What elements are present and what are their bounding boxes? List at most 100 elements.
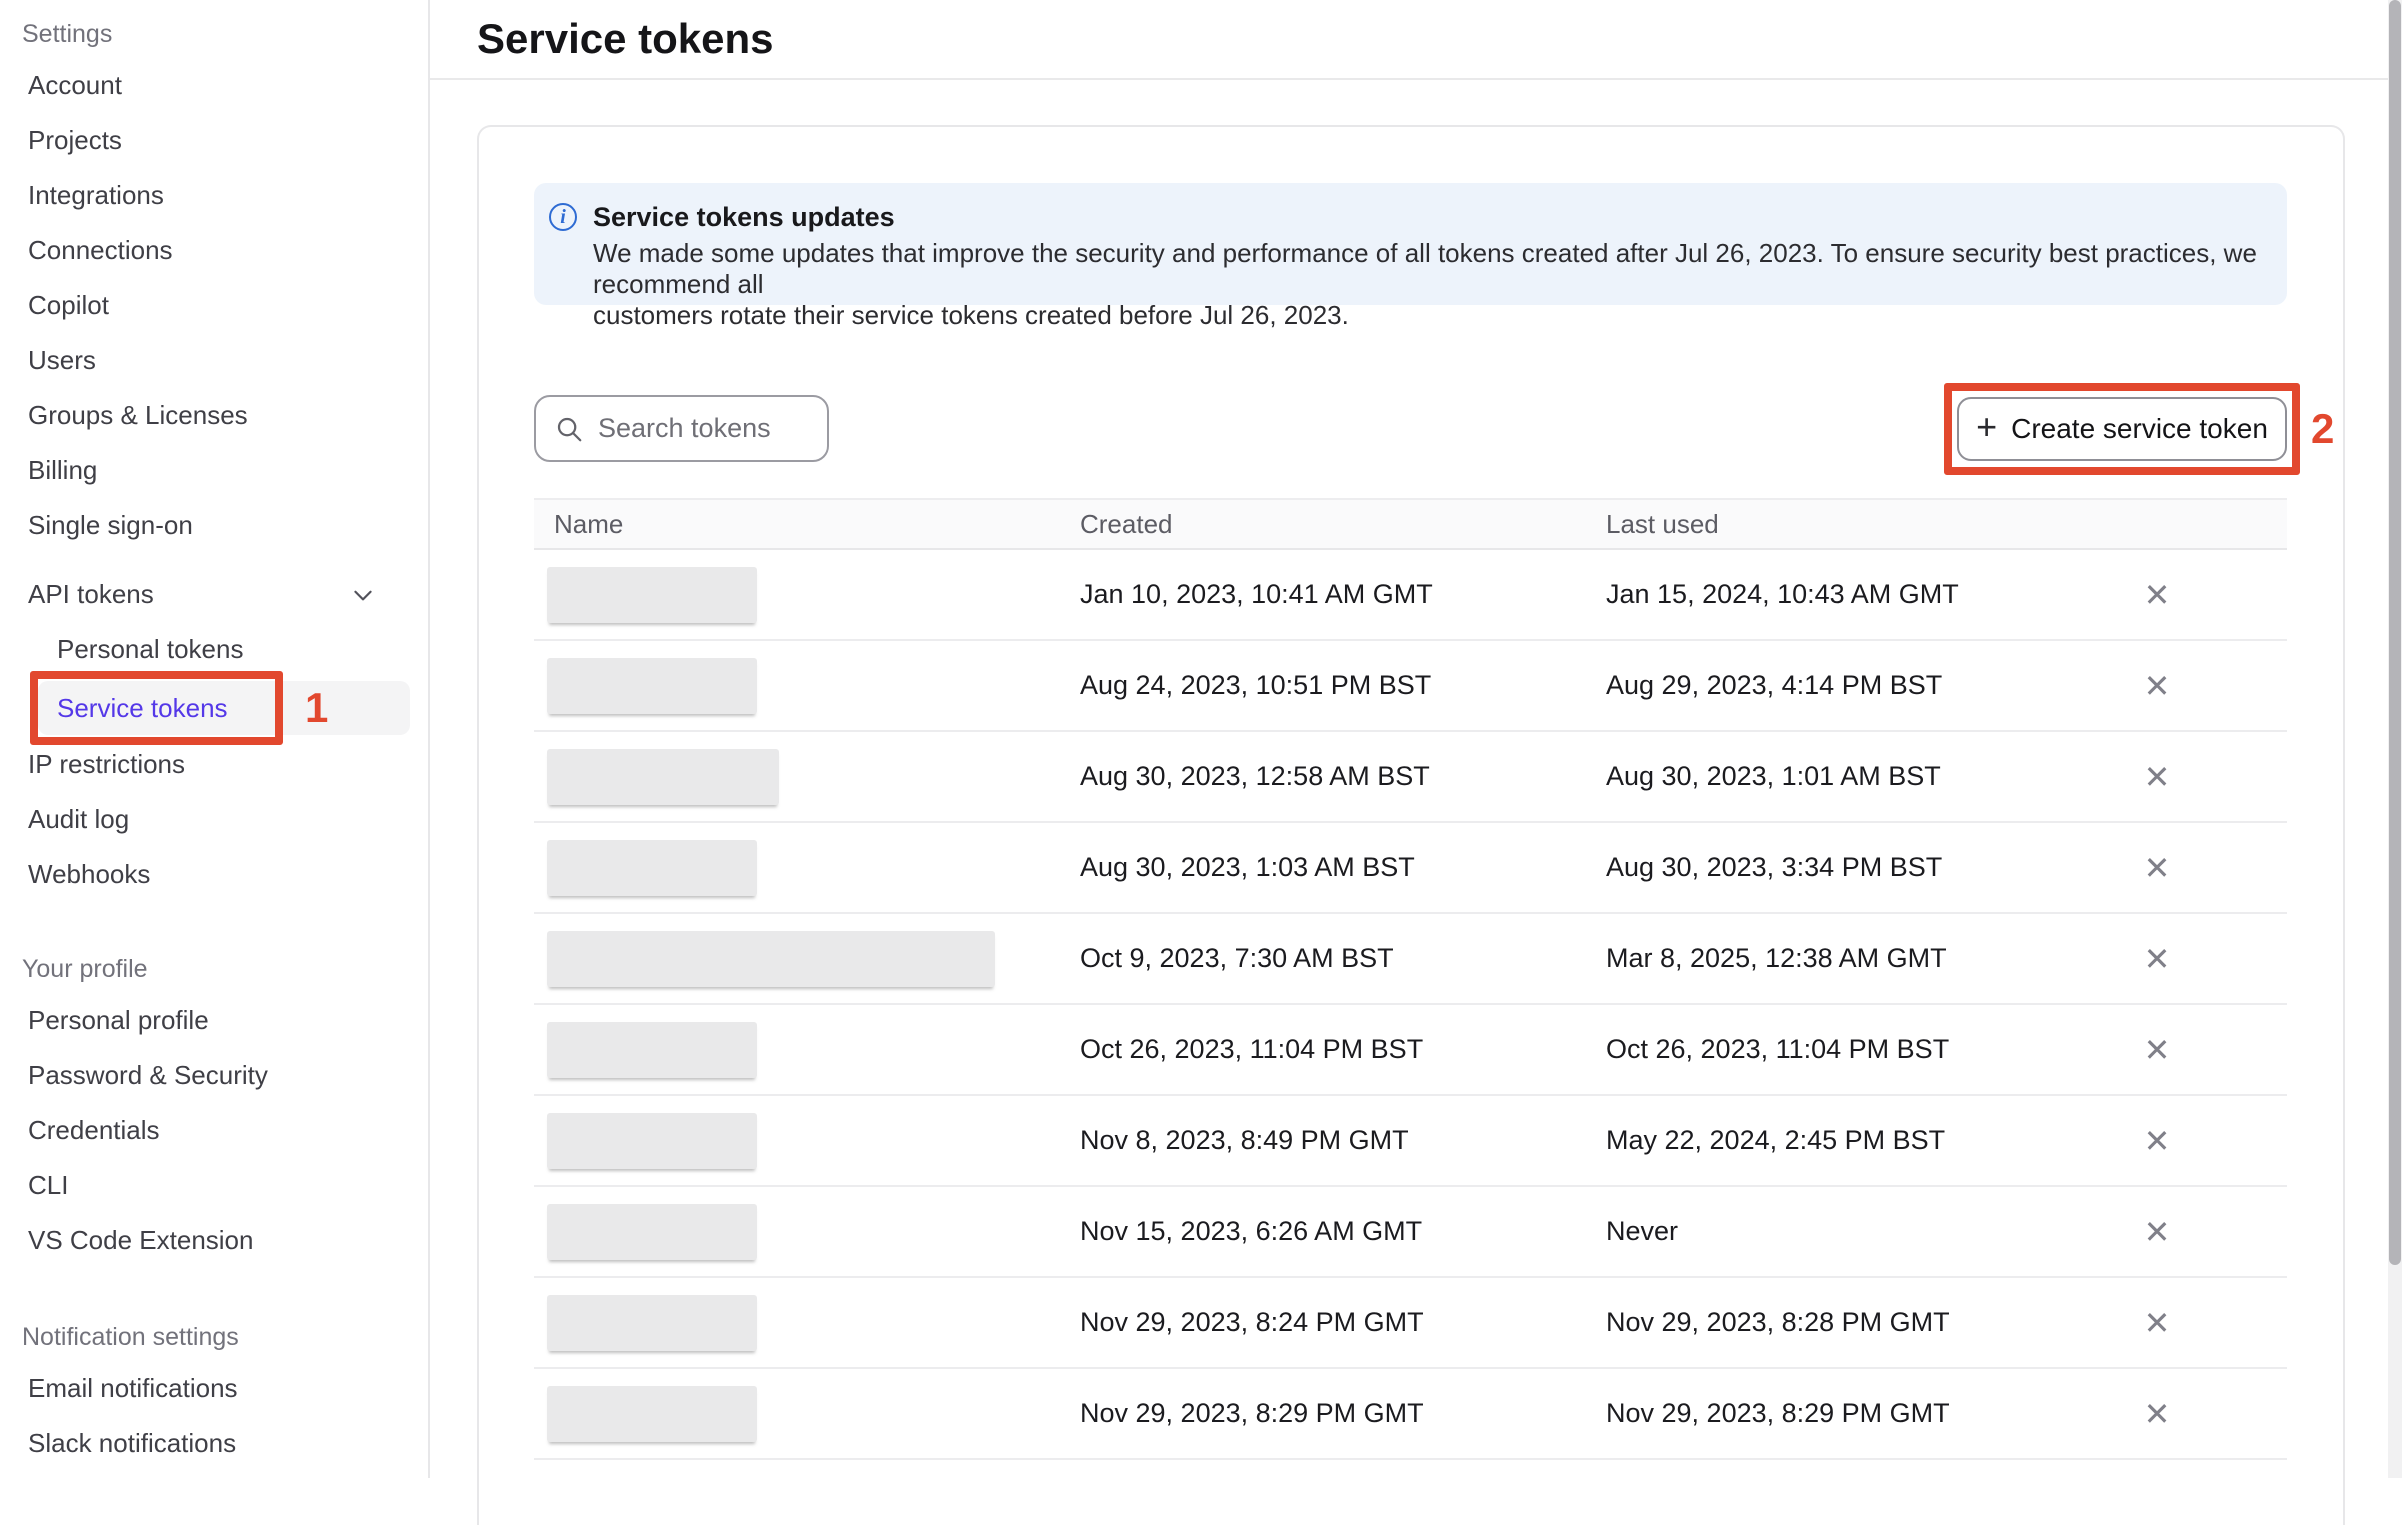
- delete-token-icon[interactable]: ✕: [2144, 852, 2171, 884]
- delete-token-icon[interactable]: ✕: [2144, 1216, 2171, 1248]
- search-box[interactable]: [534, 395, 829, 462]
- delete-token-icon[interactable]: ✕: [2144, 1125, 2171, 1157]
- last-used-cell: Aug 30, 2023, 3:34 PM BST: [1606, 852, 2117, 883]
- table-row: Oct 9, 2023, 7:30 AM BST Mar 8, 2025, 12…: [534, 914, 2287, 1005]
- sidebar-item-slack-notifications[interactable]: Slack notifications: [0, 1416, 428, 1471]
- sidebar-item-copilot[interactable]: Copilot: [0, 278, 428, 333]
- last-used-cell: Oct 26, 2023, 11:04 PM BST: [1606, 1034, 2117, 1065]
- plus-icon: +: [1976, 409, 1997, 445]
- service-tokens-card: i Service tokens updates We made some up…: [477, 125, 2345, 1525]
- delete-token-icon[interactable]: ✕: [2144, 1307, 2171, 1339]
- created-cell: Aug 24, 2023, 10:51 PM BST: [1080, 670, 1606, 701]
- delete-token-icon[interactable]: ✕: [2144, 579, 2171, 611]
- created-cell: Jan 10, 2023, 10:41 AM GMT: [1080, 579, 1606, 610]
- delete-token-icon[interactable]: ✕: [2144, 761, 2171, 793]
- info-banner-line1: We made some updates that improve the se…: [593, 238, 2267, 300]
- sidebar-item-personal-profile[interactable]: Personal profile: [0, 993, 428, 1048]
- sidebar-item-email-notifications[interactable]: Email notifications: [0, 1361, 428, 1416]
- table-row: Nov 8, 2023, 8:49 PM GMT May 22, 2024, 2…: [534, 1096, 2287, 1187]
- created-cell: Aug 30, 2023, 12:58 AM BST: [1080, 761, 1606, 792]
- sidebar-item-api-tokens[interactable]: API tokens: [0, 567, 428, 622]
- chevron-down-icon: [350, 582, 376, 608]
- sidebar-section-settings: Settings: [0, 10, 428, 58]
- sidebar-item-service-tokens[interactable]: Service tokens 1: [0, 679, 428, 737]
- token-name-redacted: [547, 1022, 757, 1078]
- sidebar-item-projects[interactable]: Projects: [0, 113, 428, 168]
- delete-token-icon[interactable]: ✕: [2144, 1398, 2171, 1430]
- last-used-cell: Aug 29, 2023, 4:14 PM BST: [1606, 670, 2117, 701]
- created-cell: Nov 29, 2023, 8:29 PM GMT: [1080, 1398, 1606, 1429]
- delete-token-icon[interactable]: ✕: [2144, 943, 2171, 975]
- last-used-cell: Mar 8, 2025, 12:38 AM GMT: [1606, 943, 2117, 974]
- annotation-box-1: [30, 671, 283, 745]
- info-banner-line2: customers rotate their service tokens cr…: [593, 300, 2267, 331]
- table-header-row: Name Created Last used: [534, 498, 2287, 550]
- info-banner-text: Service tokens updates We made some upda…: [593, 200, 2267, 305]
- delete-token-icon[interactable]: ✕: [2144, 1034, 2171, 1066]
- sidebar-item-single-sign-on[interactable]: Single sign-on: [0, 498, 428, 553]
- info-banner: i Service tokens updates We made some up…: [534, 183, 2287, 305]
- info-banner-title: Service tokens updates: [593, 200, 2267, 234]
- table-row: Jan 10, 2023, 10:41 AM GMT Jan 15, 2024,…: [534, 550, 2287, 641]
- table-row: Oct 26, 2023, 11:04 PM BST Oct 26, 2023,…: [534, 1005, 2287, 1096]
- scrollbar-thumb[interactable]: [2389, 0, 2401, 1265]
- page-title: Service tokens: [477, 15, 774, 63]
- created-cell: Nov 29, 2023, 8:24 PM GMT: [1080, 1307, 1606, 1338]
- token-name-redacted: [547, 931, 995, 987]
- sidebar-item-integrations[interactable]: Integrations: [0, 168, 428, 223]
- search-input[interactable]: [596, 412, 813, 445]
- created-cell: Aug 30, 2023, 1:03 AM BST: [1080, 852, 1606, 883]
- sidebar-item-users[interactable]: Users: [0, 333, 428, 388]
- create-token-area: + Create service token 2: [1957, 397, 2287, 461]
- sidebar-item-account[interactable]: Account: [0, 58, 428, 113]
- token-name-redacted: [547, 1113, 757, 1169]
- table-row: Nov 29, 2023, 8:24 PM GMT Nov 29, 2023, …: [534, 1278, 2287, 1369]
- delete-token-icon[interactable]: ✕: [2144, 670, 2171, 702]
- service-tokens-table: Name Created Last used Jan 10, 2023, 10:…: [534, 498, 2287, 1460]
- sidebar-item-personal-tokens[interactable]: Personal tokens: [0, 622, 428, 677]
- last-used-cell: May 22, 2024, 2:45 PM BST: [1606, 1125, 2117, 1156]
- sidebar-item-ip-restrictions[interactable]: IP restrictions: [0, 737, 428, 792]
- table-controls: + Create service token 2: [534, 395, 2287, 462]
- sidebar-item-password-security[interactable]: Password & Security: [0, 1048, 428, 1103]
- created-cell: Nov 15, 2023, 6:26 AM GMT: [1080, 1216, 1606, 1247]
- table-row: Nov 29, 2023, 8:29 PM GMT Nov 29, 2023, …: [534, 1369, 2287, 1460]
- token-name-redacted: [547, 749, 779, 805]
- last-used-cell: Jan 15, 2024, 10:43 AM GMT: [1606, 579, 2117, 610]
- column-header-name: Name: [534, 509, 1080, 540]
- column-header-last-used: Last used: [1606, 509, 2117, 540]
- sidebar-section-notification-settings: Notification settings: [0, 1313, 428, 1361]
- last-used-cell: Never: [1606, 1216, 2117, 1247]
- vertical-scrollbar[interactable]: [2388, 0, 2402, 1478]
- table-row: Aug 24, 2023, 10:51 PM BST Aug 29, 2023,…: [534, 641, 2287, 732]
- sidebar-item-vs-code-extension[interactable]: VS Code Extension: [0, 1213, 428, 1268]
- token-name-redacted: [547, 1386, 757, 1442]
- sidebar-item-cli[interactable]: CLI: [0, 1158, 428, 1213]
- created-cell: Nov 8, 2023, 8:49 PM GMT: [1080, 1125, 1606, 1156]
- sidebar-item-groups-licenses[interactable]: Groups & Licenses: [0, 388, 428, 443]
- sidebar-section-your-profile: Your profile: [0, 945, 428, 993]
- search-icon: [554, 414, 584, 444]
- last-used-cell: Nov 29, 2023, 8:28 PM GMT: [1606, 1307, 2117, 1338]
- token-name-redacted: [547, 1204, 757, 1260]
- token-name-redacted: [547, 1295, 757, 1351]
- last-used-cell: Nov 29, 2023, 8:29 PM GMT: [1606, 1398, 2117, 1429]
- create-service-token-label: Create service token: [2011, 413, 2268, 445]
- annotation-number-2: 2: [2311, 408, 2334, 450]
- info-icon: i: [549, 203, 577, 231]
- settings-sidebar: Settings Account Projects Integrations C…: [0, 0, 430, 1478]
- column-header-created: Created: [1080, 509, 1606, 540]
- info-banner-body: We made some updates that improve the se…: [593, 238, 2267, 331]
- table-row: Aug 30, 2023, 12:58 AM BST Aug 30, 2023,…: [534, 732, 2287, 823]
- create-service-token-button[interactable]: + Create service token: [1957, 397, 2287, 461]
- token-name-redacted: [547, 567, 757, 623]
- created-cell: Oct 9, 2023, 7:30 AM BST: [1080, 943, 1606, 974]
- title-bar: Service tokens: [430, 0, 2402, 80]
- sidebar-item-audit-log[interactable]: Audit log: [0, 792, 428, 847]
- sidebar-item-webhooks[interactable]: Webhooks: [0, 847, 428, 902]
- table-row: Nov 15, 2023, 6:26 AM GMT Never ✕: [534, 1187, 2287, 1278]
- token-name-redacted: [547, 840, 757, 896]
- sidebar-item-connections[interactable]: Connections: [0, 223, 428, 278]
- sidebar-item-billing[interactable]: Billing: [0, 443, 428, 498]
- sidebar-item-credentials[interactable]: Credentials: [0, 1103, 428, 1158]
